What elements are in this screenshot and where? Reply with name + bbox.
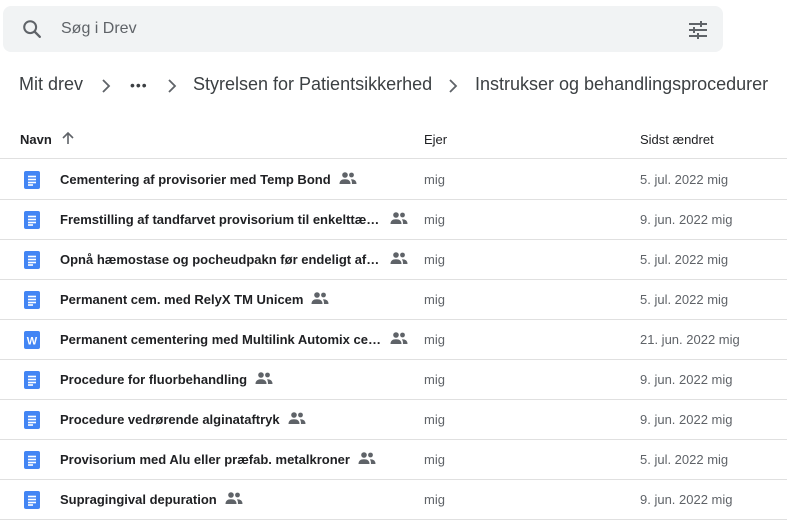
column-name-header[interactable]: Navn — [20, 132, 52, 147]
shared-people-icon — [311, 291, 329, 305]
breadcrumb-more-button[interactable]: ••• — [130, 77, 148, 93]
file-owner: mig — [424, 212, 445, 227]
file-row[interactable]: Permanent cem. med RelyX TM Unicem mig 5. … — [0, 279, 787, 320]
file-modified: 9. jun. 2022 mig — [640, 372, 733, 387]
file-row[interactable]: Procedure for fluorbehandling mig 9. jun. … — [0, 359, 787, 400]
breadcrumb-current-folder[interactable]: Instrukser og behandlingsprocedurer — [475, 74, 768, 95]
file-owner: mig — [424, 412, 445, 427]
shared-people-icon — [225, 491, 243, 505]
file-name[interactable]: Procedure vedrørende alginataftryk — [60, 412, 280, 427]
search-input[interactable] — [61, 17, 661, 41]
file-row[interactable]: Procedure vedrørende alginataftryk mig 9. … — [0, 399, 787, 440]
shared-people-icon — [390, 211, 408, 225]
column-modified-header[interactable]: Sidst ændret — [640, 132, 714, 147]
google-docs-icon — [24, 411, 40, 429]
chevron-right-icon — [168, 79, 177, 93]
file-modified: 21. jun. 2022 mig — [640, 332, 740, 347]
file-name[interactable]: Supragingival depuration — [60, 492, 217, 507]
google-docs-icon — [24, 451, 40, 469]
file-owner: mig — [424, 172, 445, 187]
arrow-up-icon[interactable] — [60, 130, 76, 146]
shared-people-icon — [255, 371, 273, 385]
breadcrumb: Mit drev ••• Styrelsen for Patientsikker… — [0, 60, 787, 112]
file-name[interactable]: Permanent cementering med Multilink Auto… — [60, 332, 382, 347]
google-docs-icon — [24, 291, 40, 309]
file-row[interactable]: Opnå hæmostase og pocheudpakn før endeli… — [0, 239, 787, 280]
file-name[interactable]: Procedure for fluorbehandling — [60, 372, 247, 387]
file-modified: 9. jun. 2022 mig — [640, 212, 733, 227]
file-modified: 9. jun. 2022 mig — [640, 412, 733, 427]
file-row[interactable]: Fremstilling af tandfarvet provisorium t… — [0, 199, 787, 240]
file-modified: 5. jul. 2022 mig — [640, 452, 729, 467]
file-modified: 5. jul. 2022 mig — [640, 292, 729, 307]
file-owner: mig — [424, 252, 445, 267]
file-modified: 5. jul. 2022 mig — [640, 252, 729, 267]
breadcrumb-folder-1[interactable]: Styrelsen for Patientsikkerhed — [193, 74, 432, 95]
search-bar[interactable] — [3, 6, 723, 52]
column-owner-header: Ejer — [424, 132, 448, 147]
search-icon[interactable] — [21, 18, 43, 40]
shared-people-icon — [339, 171, 357, 185]
file-row[interactable]: W Permanent cementering med Multilink Aut… — [0, 319, 787, 360]
file-modified: 5. jul. 2022 mig — [640, 172, 729, 187]
file-row[interactable]: Cementering af provisorier med Temp Bond… — [0, 159, 787, 200]
breadcrumb-my-drive[interactable]: Mit drev — [19, 74, 83, 95]
google-docs-icon — [24, 251, 40, 269]
chevron-right-icon — [102, 79, 111, 93]
file-owner: mig — [424, 332, 445, 347]
chevron-right-icon — [449, 79, 458, 93]
file-owner: mig — [424, 452, 445, 467]
google-docs-icon — [24, 171, 40, 189]
file-list-header: Navn Ejer Sidst ændret — [0, 118, 787, 159]
google-docs-icon — [24, 491, 40, 509]
file-row[interactable]: Provisorium med Alu eller præfab. metalk… — [0, 439, 787, 480]
word-file-icon: W — [24, 331, 40, 349]
file-name[interactable]: Permanent cem. med RelyX TM Unicem — [60, 292, 303, 307]
shared-people-icon — [390, 251, 408, 265]
file-owner: mig — [424, 292, 445, 307]
shared-people-icon — [288, 411, 306, 425]
file-owner: mig — [424, 492, 445, 507]
file-name[interactable]: Opnå hæmostase og pocheudpakn før endeli… — [60, 252, 382, 267]
shared-people-icon — [390, 331, 408, 345]
file-name[interactable]: Cementering af provisorier med Temp Bond — [60, 172, 331, 187]
google-docs-icon — [24, 371, 40, 389]
file-name[interactable]: Provisorium med Alu eller præfab. metalk… — [60, 452, 350, 467]
search-options-icon[interactable] — [686, 18, 710, 42]
google-docs-icon — [24, 211, 40, 229]
file-modified: 9. jun. 2022 mig — [640, 492, 733, 507]
svg-text:W: W — [27, 336, 38, 348]
file-name[interactable]: Fremstilling af tandfarvet provisorium t… — [60, 212, 382, 227]
shared-people-icon — [358, 451, 376, 465]
file-owner: mig — [424, 372, 445, 387]
file-row[interactable]: Supragingival depuration mig 9. jun. 2022 … — [0, 479, 787, 520]
